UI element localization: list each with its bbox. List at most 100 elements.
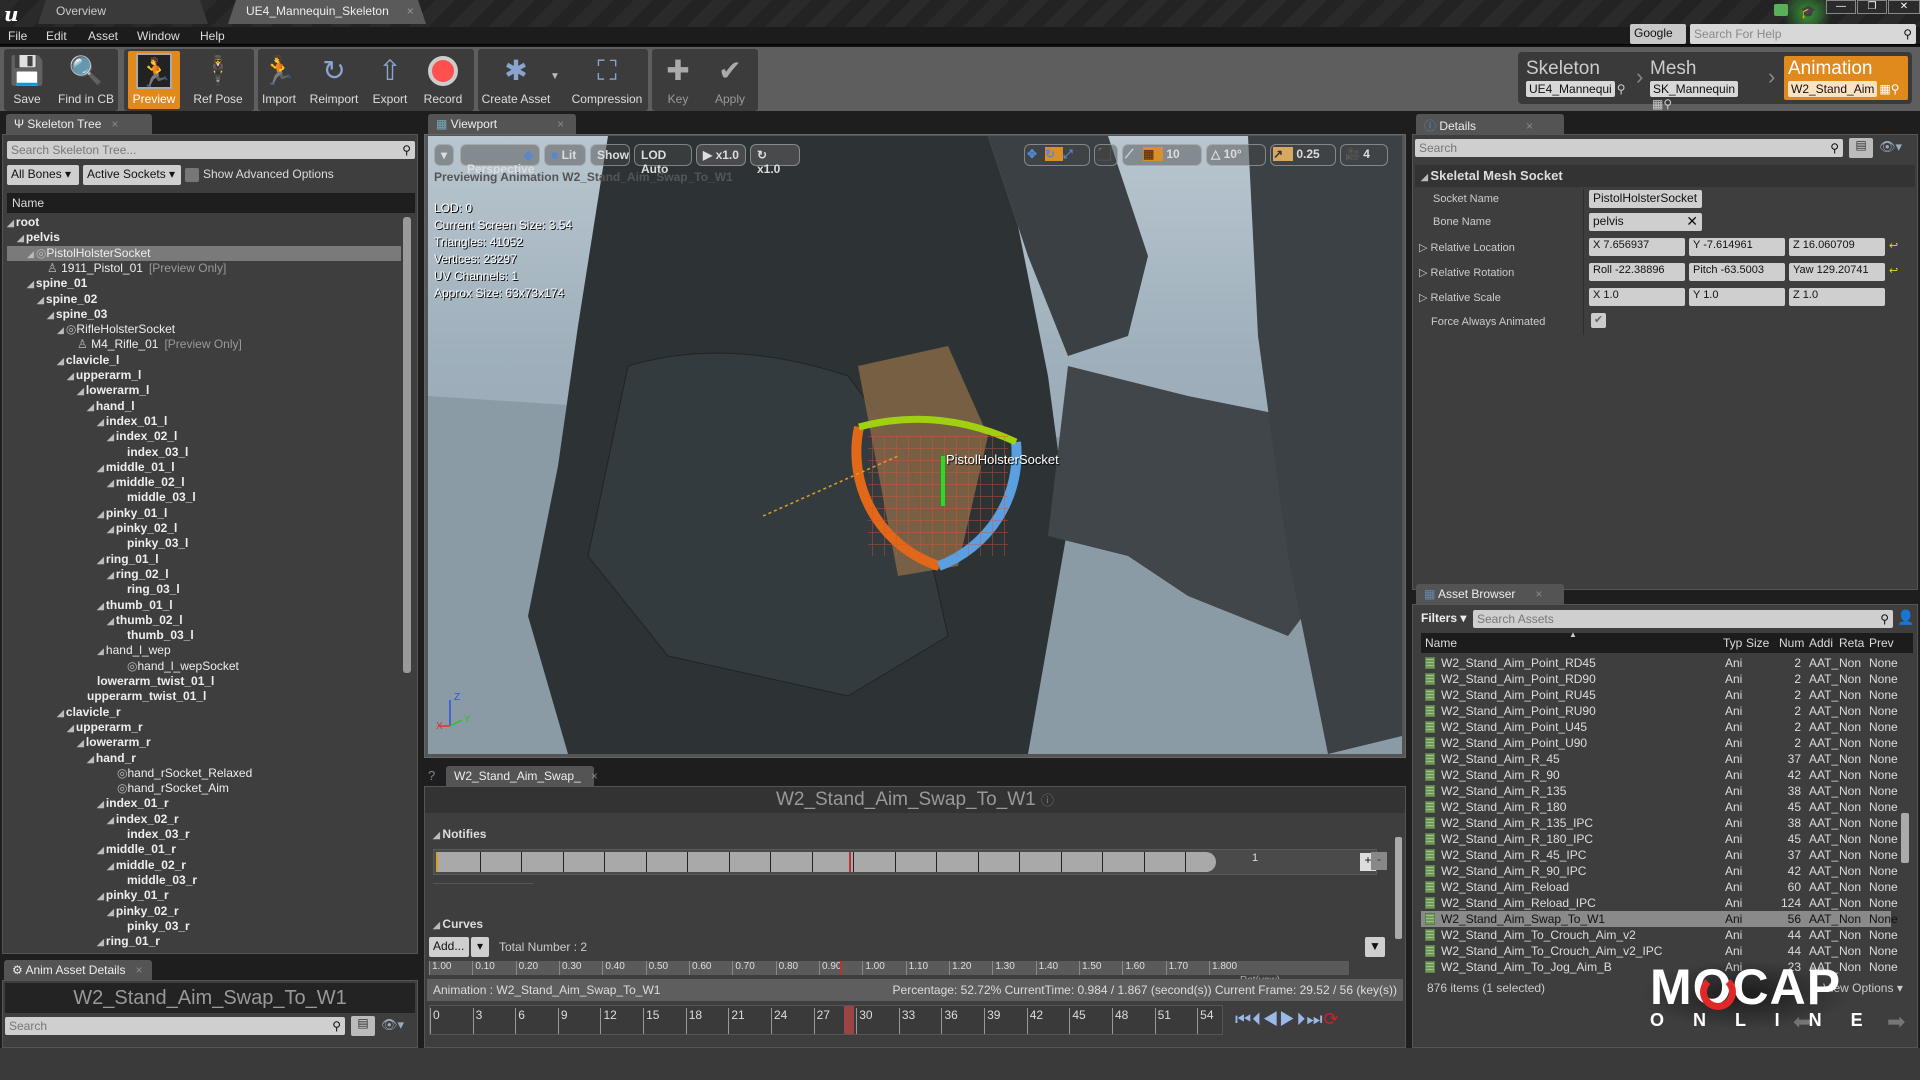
tutorial-icon[interactable]: 🎓	[1800, 4, 1816, 20]
force-animated-checkbox[interactable]: ✔	[1591, 313, 1606, 328]
compression-button[interactable]: ⛶ Compression	[568, 51, 646, 109]
menu-window[interactable]: Window	[137, 27, 180, 45]
record-button[interactable]: Record	[418, 51, 468, 109]
tree-bone-item[interactable]: ◢ middle_02_l	[7, 475, 401, 490]
skeleton-search-input[interactable]: Search Skeleton Tree... ⚲	[7, 141, 415, 159]
close-tab-icon[interactable]: ×	[557, 117, 564, 131]
column-type[interactable]: Typ	[1723, 636, 1742, 650]
relative-location-row[interactable]: ▷ Relative Location	[1419, 241, 1515, 254]
tree-bone-item[interactable]: ◢ thumb_01_l	[7, 598, 401, 613]
asset-row[interactable]: W2_Stand_Aim_Point_U45 Ani 2 AAT_ Non None	[1421, 719, 1898, 735]
grid-icon[interactable]: ▦	[1652, 97, 1663, 111]
tree-socket-item[interactable]: ◎hand_l_wepSocket	[7, 659, 401, 674]
show-button[interactable]: Show	[590, 144, 630, 166]
expand-arrow-icon[interactable]: ◢	[17, 233, 24, 243]
active-sockets-dropdown[interactable]: Active Sockets ▾	[83, 165, 181, 185]
tree-bone-item[interactable]: ◢ upperarm_r	[7, 720, 401, 735]
expand-arrow-icon[interactable]: ◢	[57, 356, 64, 366]
lit-button[interactable]: ■ Lit	[544, 144, 586, 166]
column-retarget[interactable]: Reta	[1839, 636, 1864, 650]
notify-playhead[interactable]	[849, 852, 852, 872]
chat-icon[interactable]	[1774, 4, 1788, 16]
tab-overview[interactable]: Overview	[38, 0, 208, 24]
tree-bone-item[interactable]: ◢ clavicle_l	[7, 353, 401, 368]
lod-button[interactable]: LOD Auto	[634, 144, 692, 176]
relative-scale-row[interactable]: ▷ Relative Scale	[1419, 291, 1501, 304]
frame-playhead[interactable]	[844, 1006, 855, 1034]
expand-arrow-icon[interactable]: ◢	[97, 555, 104, 565]
column-name[interactable]: Name	[1425, 636, 1457, 650]
expand-arrow-icon[interactable]: ◢	[97, 937, 104, 947]
tab-sequence[interactable]: W2_Stand_Aim_Swap_ ×	[446, 766, 598, 786]
tree-bone-item[interactable]: ◢ spine_02	[7, 292, 401, 307]
clear-icon[interactable]: ✕	[1686, 214, 1698, 228]
tab-details[interactable]: ⓘ Details ×	[1416, 114, 1564, 134]
tree-preview-item[interactable]: ♙ M4_Rifle_01 [Preview Only]	[7, 337, 401, 352]
tree-bone-item[interactable]: ◢ lowerarm_l	[7, 383, 401, 398]
mode-mesh[interactable]: Mesh SK_Mannequin▦⚲	[1646, 56, 1764, 111]
curves-header[interactable]: ◢ Curves	[433, 917, 483, 931]
tree-bone-item[interactable]: ◢ middle_02_r	[7, 858, 401, 873]
tree-bone-item[interactable]: ◢ hand_r	[7, 751, 401, 766]
section-skeletal-mesh-socket[interactable]: ◢ Skeletal Mesh Socket	[1415, 165, 1915, 187]
mode-animation[interactable]: Animation W2_Stand_Aim ▦⚲	[1784, 56, 1908, 100]
scale-icon[interactable]: ⤢	[1063, 147, 1081, 162]
reimport-button[interactable]: ↻ Reimport	[306, 51, 362, 109]
tree-bone-item[interactable]: ◢ clavicle_r	[7, 705, 401, 720]
tree-bone-item[interactable]: pinky_03_l	[7, 536, 401, 551]
expand-arrow-icon[interactable]: ◢	[107, 815, 114, 825]
expand-arrow-icon[interactable]: ◢	[77, 386, 84, 396]
asset-row[interactable]: W2_Stand_Aim_Point_RU45 Ani 2 AAT_ Non None	[1421, 687, 1898, 703]
asset-row[interactable]: W2_Stand_Aim_R_180_IPC Ani 45 AAT_ Non None	[1421, 831, 1898, 847]
camera-speed-group[interactable]: 🎥 4	[1340, 144, 1388, 166]
details-search-input[interactable]: Search ⚲	[1415, 139, 1843, 157]
tab-skeleton[interactable]: UE4_Mannequin_Skeleton ×	[228, 0, 426, 24]
column-preview[interactable]: Prev	[1869, 636, 1894, 650]
expand-arrow-icon[interactable]: ◢	[27, 279, 34, 289]
add-curve-dropdown[interactable]: ▾	[471, 937, 489, 957]
play-reverse-icon[interactable]: ◀	[1262, 1009, 1279, 1029]
asset-row[interactable]: W2_Stand_Aim_To_Crouch_Aim_v2 Ani 44 AAT_ No…	[1421, 927, 1898, 943]
view-options-icon[interactable]: ▤	[1849, 138, 1873, 158]
grid-snap-value[interactable]: 10	[1166, 147, 1179, 161]
tree-bone-item[interactable]: middle_03_l	[7, 490, 401, 505]
tree-bone-item[interactable]: ◢ hand_l_wep	[7, 643, 401, 658]
export-button[interactable]: ⇧ Export	[368, 51, 412, 109]
expand-arrow-icon[interactable]: ◢	[67, 371, 74, 381]
rotation-pitch-field[interactable]: Pitch -63.5003	[1689, 263, 1785, 281]
expand-arrow-icon[interactable]: ◢	[97, 845, 104, 855]
play-rate-button[interactable]: ▶ x1.0	[696, 144, 746, 166]
time-playhead[interactable]	[840, 961, 843, 975]
expand-arrow-icon[interactable]: ◢	[97, 646, 104, 656]
step-back-icon[interactable]: ⏴	[1252, 1009, 1262, 1029]
socket-name-field[interactable]: PistolHolsterSocket	[1589, 190, 1702, 208]
rotation-roll-field[interactable]: Roll -22.38896	[1589, 263, 1685, 281]
tree-bone-item[interactable]: ◢ middle_01_r	[7, 842, 401, 857]
expand-arrow-icon[interactable]: ◢	[107, 616, 114, 626]
close-tab-icon[interactable]: ×	[135, 963, 142, 977]
tree-bone-item[interactable]: ◢ index_01_l	[7, 414, 401, 429]
expand-arrow-icon[interactable]: ◢	[97, 509, 104, 519]
asset-row[interactable]: W2_Stand_Aim_Point_RD45 Ani 2 AAT_ Non None	[1421, 655, 1898, 671]
scale-snap-value[interactable]: 0.25	[1296, 147, 1319, 161]
close-tab-icon[interactable]: ×	[111, 117, 118, 131]
asset-row[interactable]: W2_Stand_Aim_R_45_IPC Ani 37 AAT_ Non None	[1421, 847, 1898, 863]
surface-snap-icon[interactable]: ⟋	[1125, 147, 1143, 162]
notify-timeline[interactable]	[436, 852, 1216, 872]
expand-arrow-icon[interactable]: ◢	[97, 463, 104, 473]
menu-edit[interactable]: Edit	[46, 27, 67, 45]
scale-snap-icon[interactable]: ↗	[1273, 147, 1293, 161]
reset-location-icon[interactable]: ↩	[1889, 239, 1898, 252]
show-advanced-checkbox[interactable]	[185, 168, 199, 182]
expand-arrow-icon[interactable]: ◢	[37, 295, 44, 305]
remove-track-button[interactable]: -	[1371, 852, 1387, 870]
rotate-icon[interactable]: ↻	[1045, 147, 1063, 161]
tree-bone-item[interactable]: ◢ index_02_r	[7, 812, 401, 827]
minimize-button[interactable]: —	[1826, 0, 1856, 14]
step-forward-icon[interactable]: ⏵	[1296, 1009, 1306, 1029]
expand-arrow-icon[interactable]: ◢	[77, 738, 84, 748]
expand-arrow-icon[interactable]: ◢	[87, 754, 94, 764]
column-num[interactable]: Num	[1779, 636, 1804, 650]
filters-dropdown[interactable]: Filters ▾	[1421, 611, 1466, 625]
notify-track[interactable]: 1 +	[433, 849, 1377, 875]
